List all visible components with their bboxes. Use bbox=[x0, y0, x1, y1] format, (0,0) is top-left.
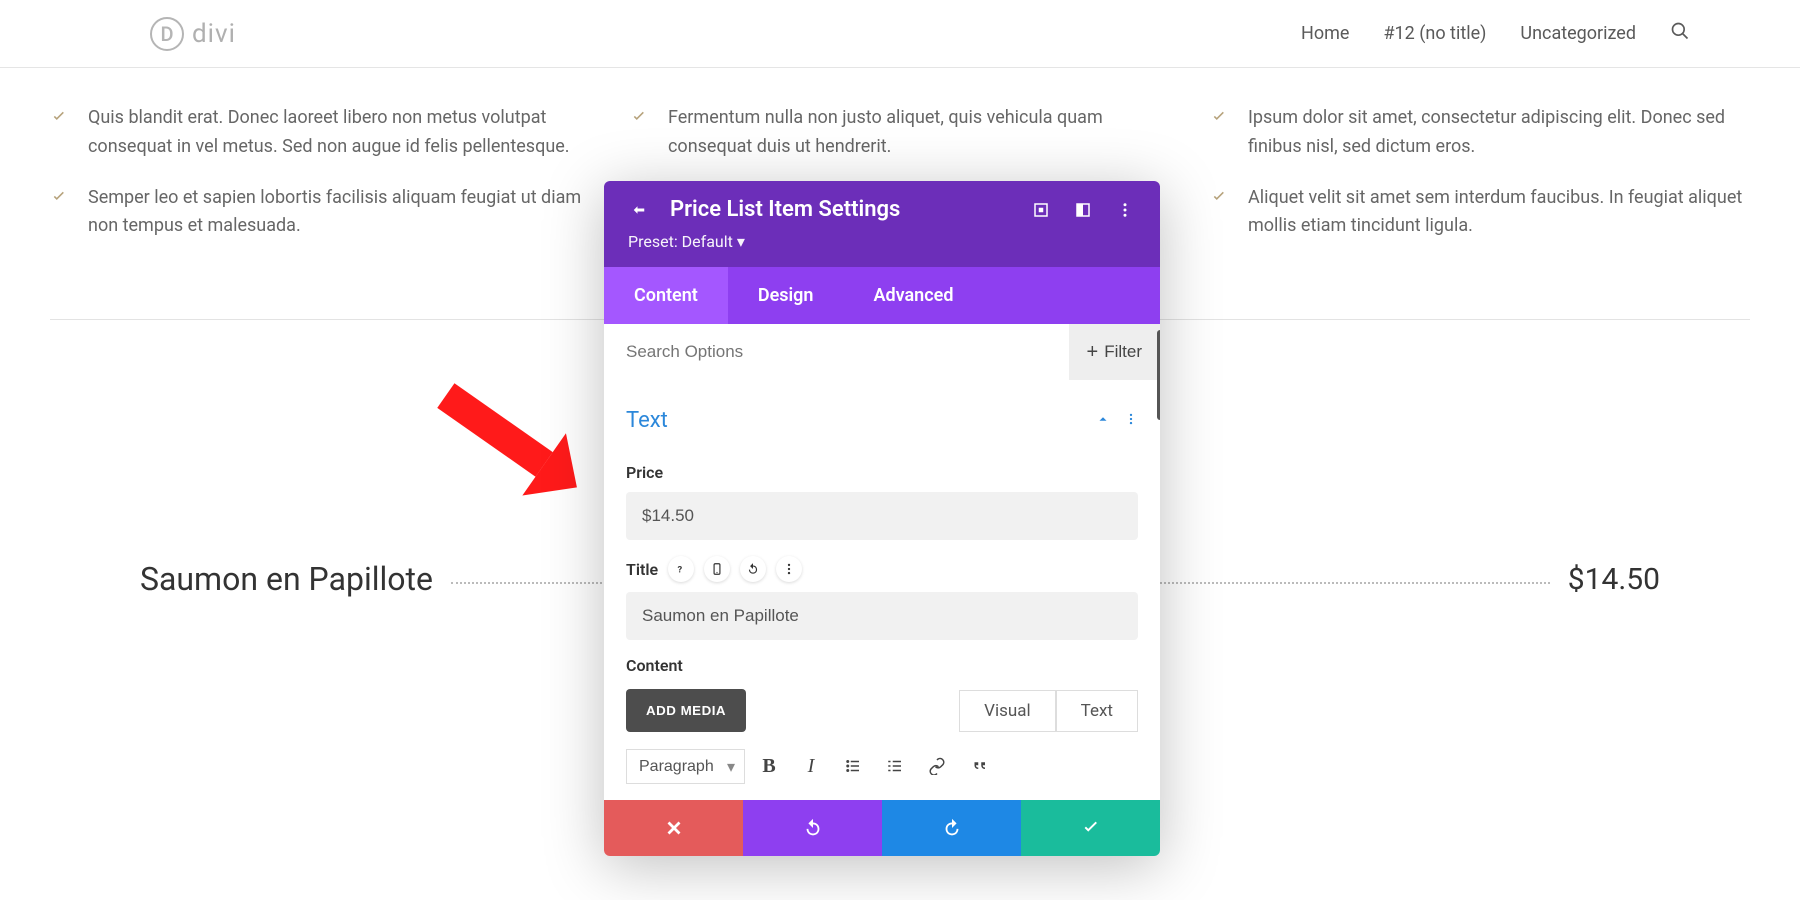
check-icon bbox=[50, 104, 68, 162]
check-icon bbox=[630, 104, 648, 162]
search-input[interactable] bbox=[604, 324, 1069, 380]
tab-text[interactable]: Text bbox=[1056, 690, 1138, 732]
section-title: Text bbox=[626, 408, 668, 433]
title-input[interactable] bbox=[626, 592, 1138, 640]
snap-icon[interactable] bbox=[1072, 199, 1094, 221]
filter-button[interactable]: +Filter bbox=[1069, 324, 1160, 380]
price-label: Price bbox=[626, 463, 1138, 482]
tab-advanced[interactable]: Advanced bbox=[843, 267, 983, 324]
price-input[interactable] bbox=[626, 492, 1138, 540]
top-bar: D divi Home #12 (no title) Uncategorized bbox=[0, 0, 1800, 68]
undo-button[interactable] bbox=[743, 800, 882, 856]
section-header[interactable]: Text bbox=[626, 394, 1138, 447]
list-item: Fermentum nulla non justo aliquet, quis … bbox=[630, 104, 1170, 162]
search-row: +Filter bbox=[604, 324, 1160, 380]
tab-design[interactable]: Design bbox=[728, 267, 844, 324]
more-icon[interactable] bbox=[1114, 199, 1136, 221]
check-icon bbox=[1210, 104, 1228, 162]
modal-footer bbox=[604, 800, 1160, 856]
logo-text: divi bbox=[192, 19, 236, 49]
preset-dropdown[interactable]: Preset: Default ▾ bbox=[628, 232, 1136, 251]
redo-button[interactable] bbox=[882, 800, 1021, 856]
content-label: Content bbox=[626, 656, 1138, 675]
responsive-icon[interactable] bbox=[704, 556, 730, 582]
title-more-icon[interactable] bbox=[776, 556, 802, 582]
save-button[interactable] bbox=[1021, 800, 1160, 856]
list-item: Semper leo et sapien lobortis facilisis … bbox=[50, 184, 590, 242]
back-icon[interactable] bbox=[628, 199, 650, 221]
primary-nav: Home #12 (no title) Uncategorized bbox=[1301, 21, 1690, 46]
editor-toolbar: Paragraph B I bbox=[626, 748, 1138, 784]
modal-tabs: Content Design Advanced bbox=[604, 267, 1160, 324]
bullet-list-button[interactable] bbox=[835, 748, 871, 784]
nav-uncategorized[interactable]: Uncategorized bbox=[1520, 23, 1636, 44]
number-list-button[interactable] bbox=[877, 748, 913, 784]
modal-title: Price List Item Settings bbox=[670, 197, 1010, 222]
close-button[interactable] bbox=[604, 800, 743, 856]
nav-12[interactable]: #12 (no title) bbox=[1383, 23, 1486, 44]
logo[interactable]: D divi bbox=[150, 17, 236, 51]
title-label: Title ? bbox=[626, 556, 1138, 582]
section-more-icon[interactable] bbox=[1124, 411, 1138, 430]
expand-icon[interactable] bbox=[1030, 199, 1052, 221]
menu-item-price: $14.50 bbox=[1568, 562, 1660, 597]
modal-body: Text Price Title ? Content ADD MEDIA Vis… bbox=[604, 380, 1160, 784]
nav-home[interactable]: Home bbox=[1301, 23, 1349, 44]
paragraph-select[interactable]: Paragraph bbox=[626, 749, 745, 784]
quote-button[interactable] bbox=[961, 748, 997, 784]
link-button[interactable] bbox=[919, 748, 955, 784]
help-icon[interactable]: ? bbox=[668, 556, 694, 582]
collapse-icon[interactable] bbox=[1096, 411, 1110, 430]
list-item: Quis blandit erat. Donec laoreet libero … bbox=[50, 104, 590, 162]
bold-button[interactable]: B bbox=[751, 748, 787, 784]
logo-mark: D bbox=[150, 17, 184, 51]
modal-header: Price List Item Settings Preset: Default… bbox=[604, 181, 1160, 267]
add-media-button[interactable]: ADD MEDIA bbox=[626, 689, 746, 732]
italic-button[interactable]: I bbox=[793, 748, 829, 784]
scrollbar[interactable] bbox=[1157, 330, 1160, 420]
settings-modal: Price List Item Settings Preset: Default… bbox=[604, 181, 1160, 856]
check-icon bbox=[1210, 184, 1228, 242]
list-item: Ipsum dolor sit amet, consectetur adipis… bbox=[1210, 104, 1750, 162]
svg-text:?: ? bbox=[678, 565, 683, 576]
reset-icon[interactable] bbox=[740, 556, 766, 582]
check-icon bbox=[50, 184, 68, 242]
search-icon[interactable] bbox=[1670, 21, 1690, 46]
tab-visual[interactable]: Visual bbox=[959, 690, 1055, 732]
menu-item-title: Saumon en Papillote bbox=[140, 560, 433, 598]
list-item: Aliquet velit sit amet sem interdum fauc… bbox=[1210, 184, 1750, 242]
tab-content[interactable]: Content bbox=[604, 267, 728, 324]
